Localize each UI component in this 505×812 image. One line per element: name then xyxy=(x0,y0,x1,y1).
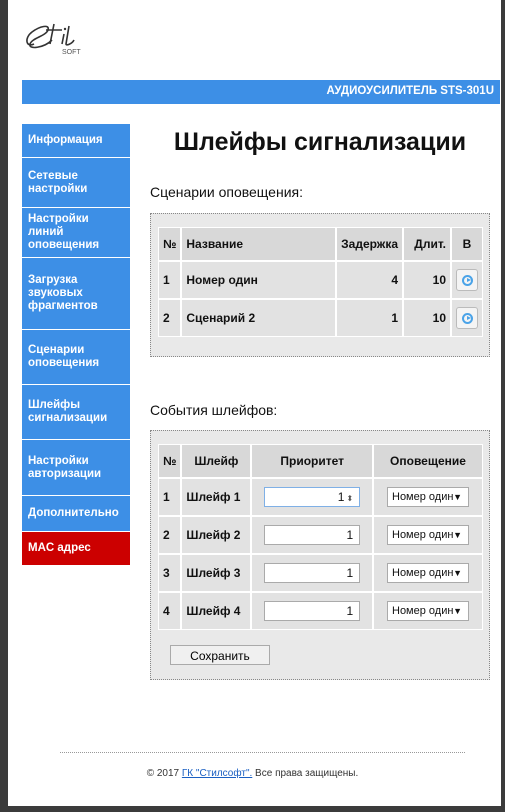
table-row: 1 Шлейф 1 1 ⬍ Номер один ▼ xyxy=(158,478,483,516)
scenarios-section-title: Сценарии оповещения: xyxy=(150,184,303,200)
loops-table: № Шлейф Приоритет Оповещение 1 Шлейф 1 1… xyxy=(158,444,483,630)
col-loop: Шлейф xyxy=(181,444,252,478)
sidebar-item-loops[interactable]: Шлейфы сигнализации xyxy=(22,385,130,440)
sidebar-item-mac[interactable]: MAC адрес xyxy=(22,532,130,566)
alert-select[interactable]: Номер один ▼ xyxy=(387,487,469,507)
alert-select[interactable]: Номер один ▼ xyxy=(387,525,469,545)
sidebar-item-auth[interactable]: Настройки авторизации xyxy=(22,440,130,496)
col-num: № xyxy=(158,444,182,478)
priority-stepper[interactable]: 1 xyxy=(264,525,361,545)
sidebar-item-network[interactable]: Сетевые настройки xyxy=(22,158,130,208)
device-title: АУДИОУСИЛИТЕЛЬ STS-301U xyxy=(326,85,494,97)
spinner-icon[interactable]: ⬍ xyxy=(346,494,353,503)
sidebar-nav: Информация Сетевые настройки Настройки л… xyxy=(22,124,130,566)
table-row[interactable]: 2 Сценарий 2 1 10 xyxy=(158,299,483,337)
priority-stepper[interactable]: 1 ⬍ xyxy=(264,487,361,507)
table-row: 4 Шлейф 4 1 Номер один ▼ xyxy=(158,592,483,630)
row-loop-name: Шлейф 1 xyxy=(181,478,252,516)
stilsoft-logo: SOFT xyxy=(26,23,81,56)
page-title: Шлейфы сигнализации xyxy=(173,128,467,156)
row-num: 1 xyxy=(158,478,182,516)
row-duration: 10 xyxy=(403,299,451,337)
row-delay: 4 xyxy=(336,261,403,299)
col-name: Название xyxy=(181,227,337,261)
window-frame-right xyxy=(501,0,505,812)
window-frame-left xyxy=(0,0,8,812)
col-num: № xyxy=(158,227,182,261)
row-loop-name: Шлейф 3 xyxy=(181,554,252,592)
loops-section-title: События шлейфов: xyxy=(150,402,278,418)
dropdown-arrow-icon: ▼ xyxy=(453,606,462,616)
row-num: 2 xyxy=(158,516,182,554)
row-name: Номер один xyxy=(181,261,337,299)
footer: © 2017 ГК "Стилсофт". Все права защищены… xyxy=(146,768,359,779)
table-row: 2 Шлейф 2 1 Номер один ▼ xyxy=(158,516,483,554)
row-loop-name: Шлейф 2 xyxy=(181,516,252,554)
logo-sub-text: SOFT xyxy=(62,49,81,56)
sidebar-item-advanced[interactable]: Дополнительно xyxy=(22,496,130,532)
table-row: 3 Шлейф 3 1 Номер один ▼ xyxy=(158,554,483,592)
dropdown-arrow-icon: ▼ xyxy=(453,492,462,502)
sidebar-item-scenarios[interactable]: Сценарии оповещения xyxy=(22,330,130,385)
window-frame-bottom xyxy=(0,806,505,812)
alert-select[interactable]: Номер один ▼ xyxy=(387,563,469,583)
row-num: 3 xyxy=(158,554,182,592)
col-delay: Задержка xyxy=(336,227,403,261)
priority-stepper[interactable]: 1 xyxy=(264,563,361,583)
play-icon xyxy=(461,274,473,286)
col-priority: Приоритет xyxy=(251,444,373,478)
row-num: 4 xyxy=(158,592,182,630)
footer-company-link[interactable]: ГК "Стилсофт". xyxy=(182,768,252,779)
col-alert: Оповещение xyxy=(373,444,483,478)
dropdown-arrow-icon: ▼ xyxy=(453,530,462,540)
sidebar-item-sounds[interactable]: Загрузка звуковых фрагментов xyxy=(22,258,130,330)
row-num: 2 xyxy=(158,299,182,337)
sidebar-item-lines[interactable]: Настройки линий оповещения xyxy=(22,208,130,258)
alert-select[interactable]: Номер один ▼ xyxy=(387,601,469,621)
row-duration: 10 xyxy=(403,261,451,299)
row-name: Сценарий 2 xyxy=(181,299,337,337)
dropdown-arrow-icon: ▼ xyxy=(453,568,462,578)
col-duration: Длит. xyxy=(403,227,451,261)
row-delay: 1 xyxy=(336,299,403,337)
footer-divider xyxy=(60,752,465,753)
col-play: В xyxy=(451,227,483,261)
scenarios-table: № Название Задержка Длит. В 1 Номер один… xyxy=(158,227,483,337)
save-button[interactable]: Сохранить xyxy=(170,645,270,665)
header-bar: АУДИОУСИЛИТЕЛЬ STS-301U xyxy=(22,80,500,104)
priority-stepper[interactable]: 1 xyxy=(264,601,361,621)
play-icon xyxy=(461,312,473,324)
play-button[interactable] xyxy=(456,307,478,329)
play-button[interactable] xyxy=(456,269,478,291)
row-num: 1 xyxy=(158,261,182,299)
row-loop-name: Шлейф 4 xyxy=(181,592,252,630)
table-row[interactable]: 1 Номер один 4 10 xyxy=(158,261,483,299)
sidebar-item-info[interactable]: Информация xyxy=(22,124,130,158)
